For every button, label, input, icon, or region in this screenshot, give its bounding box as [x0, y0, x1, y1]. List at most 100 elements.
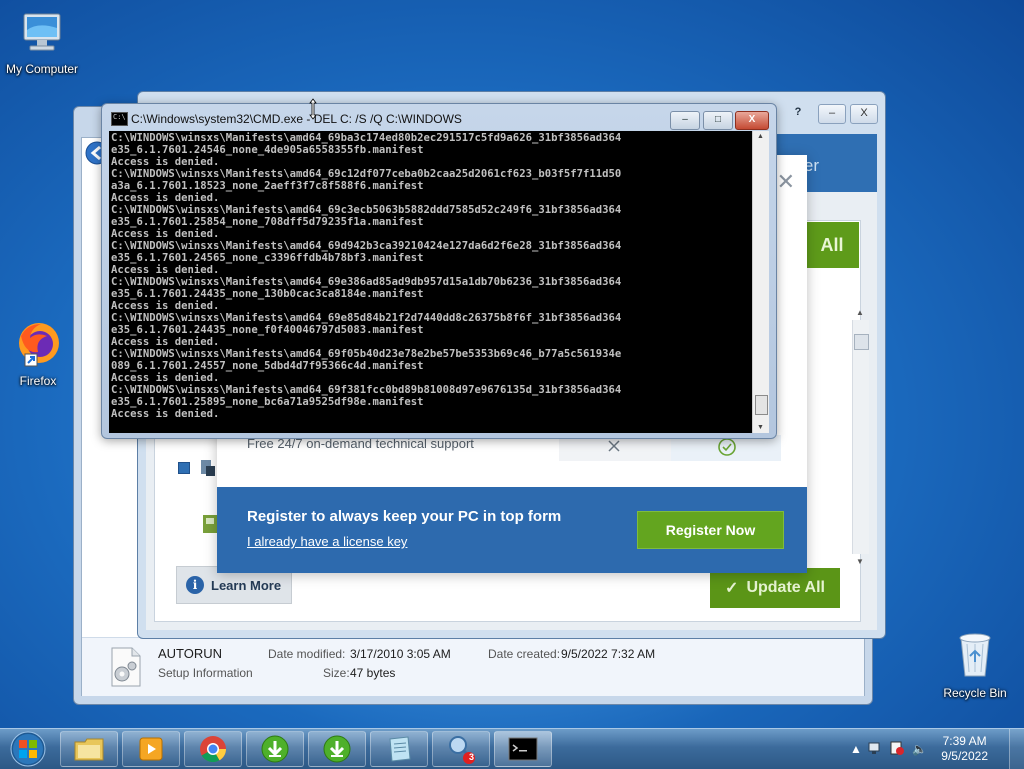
console-output: C:\WINDOWS\winsxs\Manifests\amd64_69ba3c…: [109, 131, 752, 420]
console-line: e35_6.1.7601.24546_none_4de905a6558355fb…: [111, 144, 424, 156]
taskbar: 3 ▲ 🔈 7:39 AM 9/5/2022: [0, 728, 1024, 769]
console-line: Access is denied.: [111, 264, 220, 276]
learn-more-label: Learn More: [211, 577, 282, 593]
date-modified-value: 3/17/2010 3:05 AM: [350, 647, 451, 661]
console-line: e35_6.1.7601.24435_none_130b0cac3ca8184e…: [111, 288, 424, 300]
download-icon: [323, 735, 351, 763]
clock[interactable]: 7:39 AM 9/5/2022: [941, 734, 988, 764]
scroll-up-icon[interactable]: ▲: [856, 308, 864, 317]
close-icon[interactable]: ✕: [777, 171, 795, 193]
console-line: C:\WINDOWS\winsxs\Manifests\amd64_69f05b…: [111, 348, 622, 360]
console-line: Access is denied.: [111, 300, 220, 312]
show-hidden-icons-icon[interactable]: ▲: [850, 742, 862, 756]
taskbar-chrome[interactable]: [184, 731, 242, 767]
console-line: a3a_6.1.7601.18523_none_2aeff3f7c8f588f6…: [111, 180, 424, 192]
computer-icon: [23, 13, 61, 51]
cmd-scroll-up-icon[interactable]: ▲: [757, 133, 764, 140]
console-line: Access is denied.: [111, 372, 220, 384]
system-tray: ▲ 🔈 7:39 AM 9/5/2022: [844, 729, 1024, 769]
start-orb-icon[interactable]: [4, 729, 48, 769]
desktop-icon-firefox[interactable]: Firefox: [0, 318, 80, 388]
folder-icon: [74, 738, 104, 761]
register-heading: Register to always keep your PC in top f…: [247, 508, 562, 525]
console-line: C:\WINDOWS\winsxs\Manifests\amd64_69e85d…: [111, 312, 622, 324]
desktop-icon-label: Recycle Bin: [943, 686, 1007, 700]
size-label: Size:: [323, 666, 350, 680]
taskbar-cmd[interactable]: [494, 731, 552, 767]
size-value: 47 bytes: [350, 666, 396, 680]
console-line: Access is denied.: [111, 192, 220, 204]
updates-scrollbar[interactable]: ▲ ▼: [852, 308, 869, 566]
firefox-icon: [19, 323, 59, 367]
resize-cursor-icon: [309, 98, 317, 120]
taskbar-security-app[interactable]: 3: [432, 731, 490, 767]
console-line: C:\WINDOWS\winsxs\Manifests\amd64_69c12d…: [111, 168, 622, 180]
date-created-value: 9/5/2022 7:32 AM: [561, 647, 656, 661]
show-desktop-button[interactable]: [1009, 729, 1024, 769]
clock-date: 9/5/2022: [941, 749, 988, 763]
console-line: e35_6.1.7601.25854_none_708dff5d79235f1a…: [111, 216, 424, 228]
taskbar-download-2[interactable]: [308, 731, 366, 767]
file-type: Setup Information: [158, 666, 253, 680]
license-key-link[interactable]: I already have a license key: [247, 534, 407, 549]
console-line: C:\WINDOWS\winsxs\Manifests\amd64_69d942…: [111, 240, 622, 252]
taskbar-media-player[interactable]: [122, 731, 180, 767]
console-line: C:\WINDOWS\winsxs\Manifests\amd64_69f381…: [111, 384, 622, 396]
checkmark-icon: ✓: [725, 580, 739, 597]
register-banner: Register to always keep your PC in top f…: [217, 487, 807, 573]
info-icon: i: [186, 576, 204, 594]
cross-icon: [608, 440, 620, 452]
register-now-button[interactable]: Register Now: [637, 511, 784, 549]
cmd-window[interactable]: C:\Windows\system32\CMD.exe - DEL C: /S …: [101, 103, 777, 439]
taskbar-notepad[interactable]: [370, 731, 428, 767]
file-name: AUTORUN: [158, 646, 223, 661]
console-line: C:\WINDOWS\winsxs\Manifests\amd64_69c3ec…: [111, 204, 622, 216]
cmd-scrollbar[interactable]: ▲ ▼: [752, 131, 769, 433]
console-line: Access is denied.: [111, 336, 220, 348]
cmd-scroll-down-icon[interactable]: ▼: [757, 424, 764, 431]
media-player-icon: [139, 737, 163, 761]
console-line: 089_6.1.7601.24557_none_5dbd4d7f95366c4d…: [111, 360, 424, 372]
update-checkbox[interactable]: [178, 462, 190, 474]
download-icon: [261, 735, 289, 763]
cmd-close-button[interactable]: X: [735, 111, 769, 130]
volume-icon[interactable]: 🔈: [912, 742, 927, 756]
date-modified-label: Date modified:: [268, 647, 346, 661]
taskbar-download-1[interactable]: [246, 731, 304, 767]
cmd-minimize-button[interactable]: –: [670, 111, 700, 130]
update-all-button[interactable]: ✓ Update All: [710, 568, 840, 608]
date-created-label: Date created:: [488, 647, 561, 661]
setup-file-icon: [111, 647, 141, 687]
console-line: Access is denied.: [111, 408, 220, 420]
update-all-label: Update All: [746, 579, 825, 596]
console-line: Access is denied.: [111, 156, 220, 168]
cmd-console[interactable]: C:\WINDOWS\winsxs\Manifests\amd64_69ba3c…: [109, 131, 752, 433]
network-icon[interactable]: [867, 740, 883, 756]
desktop-icon-label: My Computer: [5, 62, 79, 76]
check-circle-icon: [718, 438, 736, 456]
scroll-down-icon[interactable]: ▼: [856, 557, 864, 566]
cmd-maximize-button[interactable]: □: [703, 111, 733, 130]
cmd-scroll-thumb[interactable]: [755, 395, 768, 415]
recycle-bin-icon: [959, 633, 991, 677]
console-line: e35_6.1.7601.25895_none_bc6a71a9525df98e…: [111, 396, 424, 408]
desktop-icon-label: Firefox: [19, 374, 57, 388]
desktop-icon-recycle-bin[interactable]: Recycle Bin: [933, 630, 1017, 700]
taskbar-explorer[interactable]: [60, 731, 118, 767]
console-line: Access is denied.: [111, 228, 220, 240]
console-line: e35_6.1.7601.24565_none_c3396ffdb4b78bf3…: [111, 252, 424, 264]
details-pane: AUTORUN Setup Information Date modified:…: [82, 637, 864, 696]
cmd-icon: [111, 112, 128, 126]
console-line: C:\WINDOWS\winsxs\Manifests\amd64_69ba3c…: [111, 132, 622, 144]
minimize-button[interactable]: –: [818, 104, 846, 124]
help-button[interactable]: ?: [788, 104, 808, 122]
close-button[interactable]: X: [850, 104, 878, 124]
update-all-top-button[interactable]: All: [805, 222, 859, 268]
scroll-thumb[interactable]: [854, 334, 869, 350]
console-line: e35_6.1.7601.24435_none_f0f40046797d5083…: [111, 324, 424, 336]
notepad-icon: [389, 736, 411, 762]
driver-icon: [201, 460, 215, 476]
action-center-icon[interactable]: [889, 740, 905, 756]
desktop-icon-my-computer[interactable]: My Computer: [0, 8, 84, 76]
cmd-prompt-icon: [508, 737, 538, 761]
